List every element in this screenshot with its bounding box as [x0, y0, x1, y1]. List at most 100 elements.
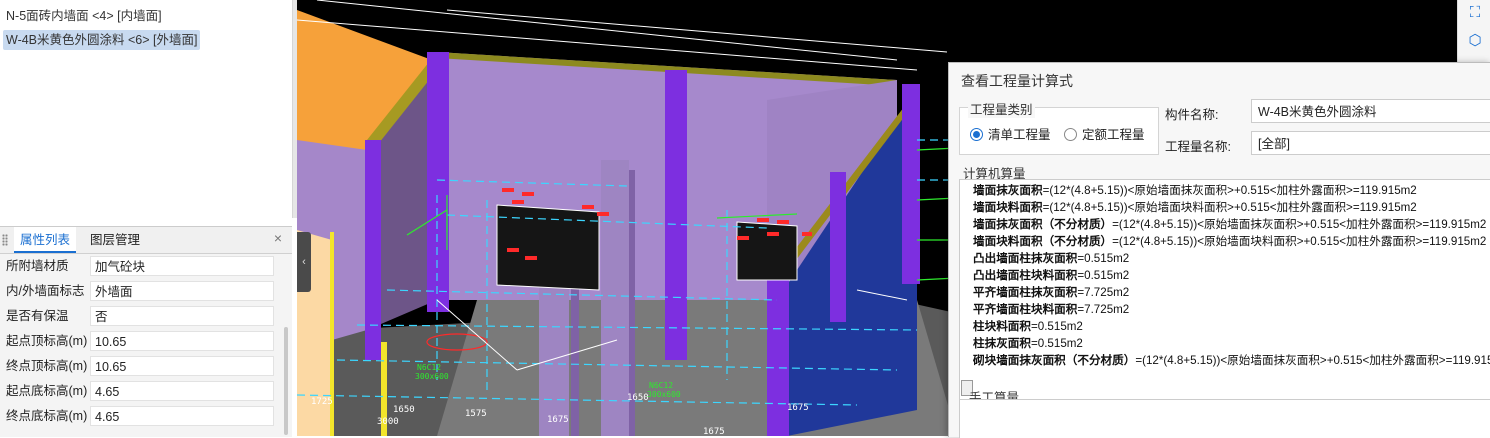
- property-value[interactable]: 外墙面: [90, 281, 274, 301]
- calc-formula: =(12*(4.8+5.15))<原始墙面抹灰面积>+0.515<加柱外露面积>…: [1112, 218, 1487, 231]
- category-group: 工程量类别 清单工程量 定额工程量: [959, 99, 1159, 155]
- calc-formula: =(12*(4.8+5.15))<原始墙面抹灰面积>+0.515<加柱外露面积>…: [1042, 184, 1417, 197]
- property-row: 内/外墙面标志 外墙面: [0, 279, 280, 304]
- calc-name: 墙面块料面积（不分材质）: [973, 235, 1113, 248]
- calc-formula: =(12*(4.8+5.15))<原始墙面块料面积>+0.515<加柱外露面积>…: [1112, 235, 1487, 248]
- property-value[interactable]: 4.65: [90, 381, 274, 401]
- calc-formula: =7.725m2: [1077, 286, 1130, 299]
- calc-name: 柱块料面积: [973, 320, 1031, 333]
- calc-line: 凸出墙面柱块料面积=0.515m2: [973, 267, 1129, 284]
- column: [665, 70, 687, 360]
- quantity-formula-dialog: 查看工程量计算式 工程量类别 清单工程量 定额工程量 构件名称: W-4B米黄色…: [948, 62, 1490, 438]
- group-title: 工程量类别: [968, 99, 1035, 118]
- property-label: 终点底标高(m): [6, 409, 88, 423]
- property-row: 所附墙材质 加气砼块: [0, 254, 280, 279]
- component-name-field[interactable]: W-4B米黄色外圆涂料: [1251, 99, 1490, 123]
- calc-formula: =(12*(4.8+5.15))<原始墙面块料面积>+0.515<加柱外露面积>…: [1042, 201, 1417, 214]
- calc-name: 凸出墙面柱抹灰面积: [973, 252, 1078, 265]
- calc-name: 墙面抹灰面积（不分材质）: [973, 218, 1113, 231]
- calc-line: 砌块墙面抹灰面积（不分材质）=(12*(4.8+5.15))<原始墙面抹灰面积>…: [973, 352, 1490, 369]
- close-icon[interactable]: ×: [274, 230, 282, 246]
- calc-name: 柱抹灰面积: [973, 337, 1031, 350]
- tab-property-list[interactable]: 属性列表: [14, 227, 77, 253]
- component-list: N-5面砖内墙面 <4> [内墙面] W-4B米黄色外圆涂料 <6> [外墙面]: [0, 0, 293, 218]
- property-value[interactable]: 10.65: [90, 356, 274, 376]
- view-toolbar: ⛶ ⬡: [1457, 0, 1490, 62]
- calc-line: 柱抹灰面积=0.515m2: [973, 335, 1083, 352]
- calc-line: 平齐墙面柱抹灰面积=7.725m2: [973, 284, 1129, 301]
- component-name-label: 构件名称:: [1165, 108, 1219, 122]
- property-label: 起点顶标高(m): [6, 334, 88, 348]
- radio-checked-icon: [970, 128, 983, 141]
- dim-label: 1675: [787, 403, 809, 413]
- property-value[interactable]: 10.65: [90, 331, 274, 351]
- property-value[interactable]: 否: [90, 306, 274, 326]
- list-item-selected[interactable]: W-4B米黄色外圆涂料 <6> [外墙面]: [3, 30, 201, 50]
- property-label: 内/外墙面标志: [6, 284, 85, 298]
- calc-name: 墙面抹灰面积: [973, 184, 1043, 197]
- pillar: [601, 160, 629, 436]
- quantity-name-select[interactable]: [全部]: [1251, 131, 1490, 155]
- calc-line: 柱块料面积=0.515m2: [973, 318, 1083, 335]
- dim-label: 1675: [703, 427, 725, 436]
- calc-formula: =0.515m2: [1077, 269, 1130, 282]
- view-cube-icon[interactable]: ⬡: [1464, 30, 1486, 52]
- calc-line: 墙面抹灰面积=(12*(4.8+5.15))<原始墙面抹灰面积>+0.515<加…: [973, 182, 1417, 199]
- property-label: 是否有保温: [6, 309, 69, 323]
- property-panel: 属性列表 图层管理 × 所附墙材质 加气砼块 内/外墙面标志 外墙面 是否有保温…: [0, 226, 292, 437]
- property-value[interactable]: 4.65: [90, 406, 274, 426]
- property-tabs: 属性列表 图层管理 ×: [0, 227, 292, 254]
- tab-layer-management[interactable]: 图层管理: [84, 227, 146, 253]
- calc-line: 墙面块料面积（不分材质）=(12*(4.8+5.15))<原始墙面块料面积>+0…: [973, 233, 1486, 250]
- property-scrollbar[interactable]: [284, 327, 288, 435]
- calc-formula-box[interactable]: 墙面抹灰面积=(12*(4.8+5.15))<原始墙面抹灰面积>+0.515<加…: [959, 179, 1490, 401]
- calc-line: 凸出墙面柱抹灰面积=0.515m2: [973, 250, 1129, 267]
- calc-line: 墙面抹灰面积（不分材质）=(12*(4.8+5.15))<原始墙面抹灰面积>+0…: [973, 216, 1486, 233]
- window-opening: [736, 221, 798, 281]
- property-row: 是否有保温 否: [0, 304, 280, 329]
- property-value[interactable]: 加气砼块: [90, 256, 274, 276]
- collapse-arrow-icon[interactable]: ‹: [297, 232, 311, 292]
- calc-name: 平齐墙面柱抹灰面积: [973, 286, 1078, 299]
- calc-name: 墙面块料面积: [973, 201, 1043, 214]
- property-row: 起点底标高(m) 4.65: [0, 379, 280, 404]
- radio-quota-quantity[interactable]: 定额工程量: [1064, 124, 1145, 143]
- calc-line: 墙面块料面积=(12*(4.8+5.15))<原始墙面块料面积>+0.515<加…: [973, 199, 1417, 216]
- property-label: 终点顶标高(m): [6, 359, 88, 373]
- radio-label: 清单工程量: [988, 128, 1051, 142]
- dim-label: 1575: [465, 409, 487, 419]
- radio-unchecked-icon: [1064, 128, 1077, 141]
- calc-formula: =7.725m2: [1077, 303, 1130, 316]
- column: [830, 172, 846, 322]
- dim-label: 1675: [547, 415, 569, 425]
- dim-label: 1650: [627, 393, 649, 403]
- column: [427, 52, 449, 312]
- property-label: 所附墙材质: [6, 259, 69, 273]
- column: [365, 140, 381, 360]
- list-item[interactable]: N-5面砖内墙面 <4> [内墙面]: [3, 6, 165, 26]
- dim-label: 1725: [311, 397, 333, 407]
- calc-formula: =0.515m2: [1077, 252, 1130, 265]
- radio-label: 定额工程量: [1082, 128, 1145, 142]
- beam-label: N6C12: [417, 363, 441, 372]
- calc-name: 平齐墙面柱块料面积: [973, 303, 1078, 316]
- calc-group: 计算机算量: [959, 163, 1490, 182]
- calc-formula: =(12*(4.8+5.15))<原始墙面抹灰面积>+0.515<加柱外露面积>…: [1135, 354, 1490, 367]
- property-row: 起点顶标高(m) 10.65: [0, 329, 280, 354]
- manual-calc-box[interactable]: [959, 399, 1490, 438]
- drag-handle-icon[interactable]: [2, 234, 8, 246]
- column: [767, 262, 789, 436]
- dim-label: 1650: [393, 405, 415, 415]
- property-row: 终点底标高(m) 4.65: [0, 404, 280, 429]
- quantity-name-label: 工程量名称:: [1165, 140, 1231, 154]
- fullscreen-icon[interactable]: ⛶: [1464, 2, 1486, 24]
- calc-name: 砌块墙面抹灰面积（不分材质）: [973, 354, 1136, 367]
- beam-label: 300x600: [647, 390, 681, 399]
- calc-formula: =0.515m2: [1030, 320, 1083, 333]
- beam-label: 300x600: [415, 372, 449, 381]
- calc-line: 平齐墙面柱块料面积=7.725m2: [973, 301, 1129, 318]
- property-row: 终点顶标高(m) 10.65: [0, 354, 280, 379]
- radio-bill-quantity[interactable]: 清单工程量: [970, 124, 1051, 143]
- calc-name: 凸出墙面柱块料面积: [973, 269, 1078, 282]
- calc-formula: =0.515m2: [1030, 337, 1083, 350]
